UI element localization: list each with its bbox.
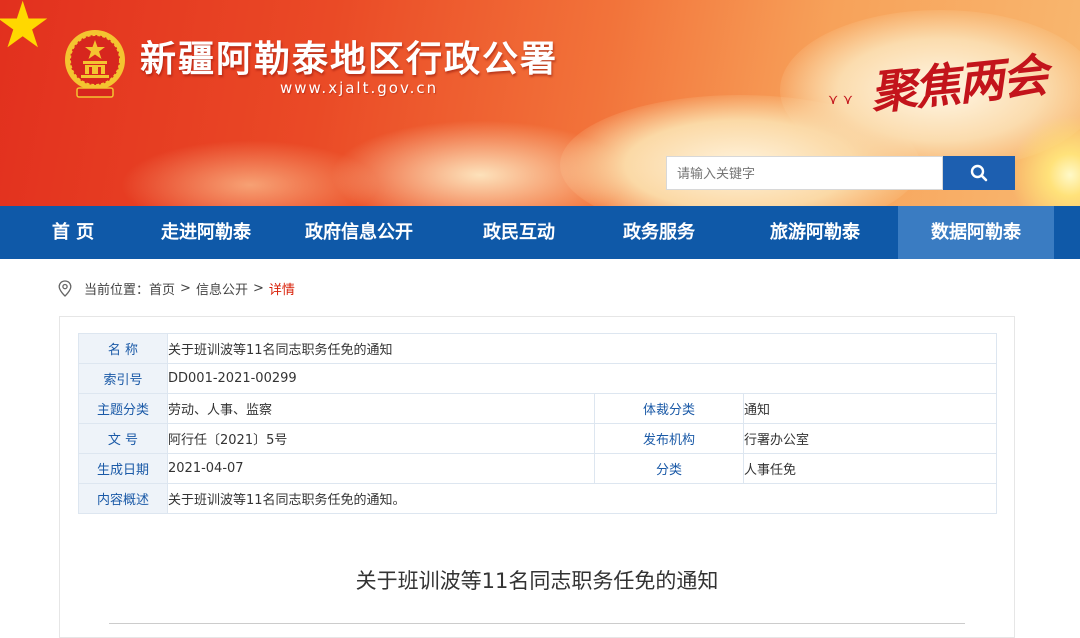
header-banner: ★ 新疆阿勒泰地区行政公署 www.xjalt.gov.cn ⋎ ⋎ 聚焦两会 bbox=[0, 0, 1080, 206]
breadcrumb-home-link[interactable]: 首页 bbox=[149, 279, 175, 298]
table-row: 名 称 关于班训波等11名同志职务任免的通知 bbox=[78, 333, 997, 364]
summary-value: 关于班训波等11名同志职务任免的通知。 bbox=[167, 483, 997, 514]
search-icon bbox=[970, 164, 988, 182]
category-value: 人事任免 bbox=[743, 453, 997, 484]
date-label: 生成日期 bbox=[78, 453, 168, 484]
breadcrumb-prefix: 当前位置： bbox=[84, 283, 150, 298]
breadcrumb-info-link[interactable]: 信息公开 bbox=[196, 279, 248, 298]
table-row: 内容概述 关于班训波等11名同志职务任免的通知。 bbox=[78, 483, 997, 514]
publisher-value: 行署办公室 bbox=[743, 423, 997, 454]
table-row: 索引号 DD001-2021-00299 bbox=[78, 363, 997, 394]
genre-label: 体裁分类 bbox=[594, 393, 744, 424]
flag-star-icon: ★ bbox=[0, 0, 52, 63]
genre-value: 通知 bbox=[743, 393, 997, 424]
nav-item-tourism[interactable]: 旅游阿勒泰 bbox=[732, 206, 898, 259]
location-pin-icon bbox=[58, 280, 72, 297]
topic-value: 劳动、人事、监察 bbox=[167, 393, 595, 424]
publisher-label: 发布机构 bbox=[594, 423, 744, 454]
name-value: 关于班训波等11名同志职务任免的通知 bbox=[167, 333, 997, 364]
nav-item-data[interactable]: 数据阿勒泰 bbox=[898, 206, 1054, 259]
search-input[interactable] bbox=[666, 156, 943, 190]
content-panel: 名 称 关于班训波等11名同志职务任免的通知 索引号 DD001-2021-00… bbox=[59, 316, 1015, 638]
site-title[interactable]: 新疆阿勒泰地区行政公署 bbox=[140, 30, 558, 82]
site-url: www.xjalt.gov.cn bbox=[280, 79, 439, 97]
nav-item-home[interactable]: 首 页 bbox=[0, 206, 146, 259]
nav-item-about[interactable]: 走进阿勒泰 bbox=[146, 206, 266, 259]
nav-item-interaction[interactable]: 政民互动 bbox=[452, 206, 586, 259]
nav-item-services[interactable]: 政务服务 bbox=[586, 206, 732, 259]
nav-item-gov-info[interactable]: 政府信息公开 bbox=[266, 206, 452, 259]
topic-label: 主题分类 bbox=[78, 393, 168, 424]
name-label: 名 称 bbox=[78, 333, 168, 364]
breadcrumb-separator: > bbox=[252, 281, 264, 296]
index-value: DD001-2021-00299 bbox=[167, 363, 997, 394]
title-divider bbox=[109, 623, 965, 624]
national-emblem-icon[interactable] bbox=[63, 28, 127, 100]
document-title: 关于班训波等11名同志职务任免的通知 bbox=[355, 569, 719, 593]
breadcrumb-current: 详情 bbox=[268, 283, 295, 298]
breadcrumb-separator: > bbox=[180, 281, 191, 296]
table-row: 主题分类 劳动、人事、监察 体裁分类 通知 bbox=[78, 393, 997, 424]
index-label: 索引号 bbox=[78, 363, 168, 394]
category-label: 分类 bbox=[594, 453, 744, 484]
docno-label: 文 号 bbox=[78, 423, 168, 454]
breadcrumb: 当前位置： 首页 > 信息公开 > 详情 bbox=[58, 279, 295, 298]
metadata-table: 名 称 关于班训波等11名同志职务任免的通知 索引号 DD001-2021-00… bbox=[78, 333, 997, 514]
date-value: 2021-04-07 bbox=[167, 453, 595, 484]
table-row: 文 号 阿行任〔2021〕5号 发布机构 行署办公室 bbox=[78, 423, 997, 454]
main-nav: 首 页 走进阿勒泰 政府信息公开 政民互动 政务服务 旅游阿勒泰 数据阿勒泰 bbox=[0, 206, 1080, 259]
table-row: 生成日期 2021-04-07 分类 人事任免 bbox=[78, 453, 997, 484]
birds-decoration-icon: ⋎ ⋎ bbox=[828, 92, 853, 108]
search-button[interactable] bbox=[943, 156, 1015, 190]
summary-label: 内容概述 bbox=[78, 483, 168, 514]
docno-value: 阿行任〔2021〕5号 bbox=[167, 423, 595, 454]
